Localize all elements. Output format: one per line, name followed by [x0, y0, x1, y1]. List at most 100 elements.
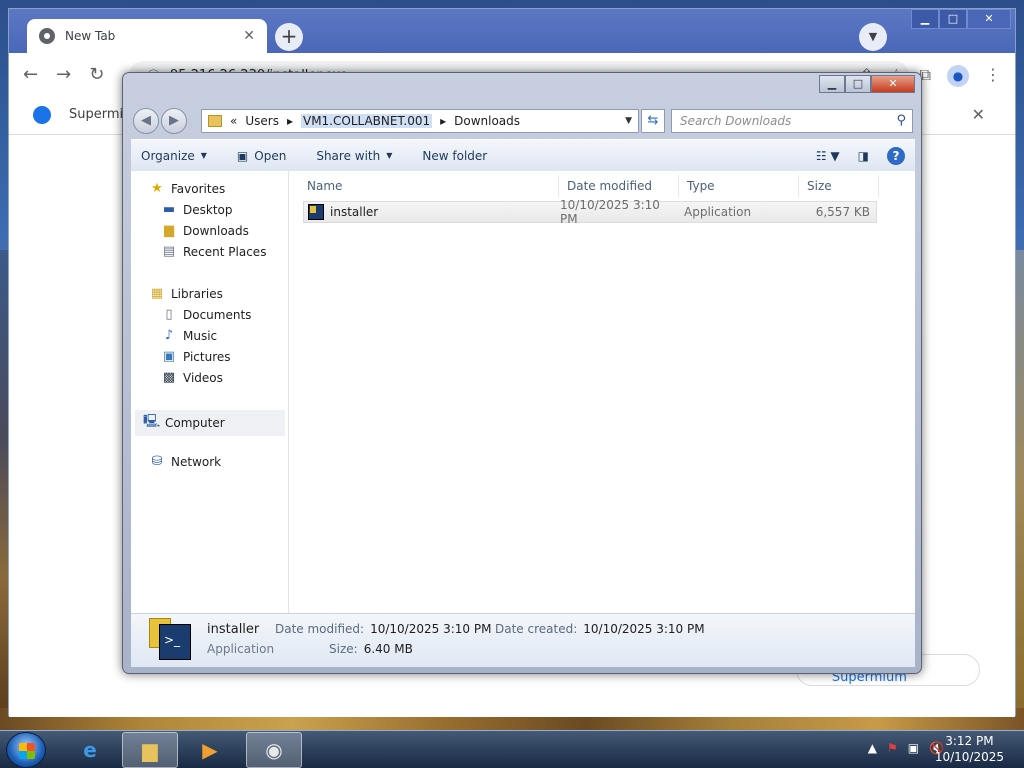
- preview-pane-icon[interactable]: ◨: [858, 149, 869, 163]
- nav-recent-places[interactable]: ▤ Recent Places: [161, 244, 267, 259]
- search-input[interactable]: Search Downloads ⚲: [671, 109, 913, 133]
- chrome-icon: [39, 28, 55, 44]
- chevron-down-icon: ▼: [200, 151, 207, 160]
- breadcrumb-separator-icon[interactable]: ▸: [440, 114, 446, 128]
- media-player-icon[interactable]: ▶: [182, 732, 238, 768]
- videos-icon: ▩: [162, 370, 176, 385]
- address-dropdown-icon[interactable]: ▼: [625, 116, 632, 126]
- nav-label: Computer: [165, 416, 225, 430]
- open-label: Open: [254, 148, 287, 163]
- reload-icon[interactable]: ↻: [89, 64, 104, 85]
- nav-libraries[interactable]: ▦ Libraries: [149, 286, 223, 301]
- internet-explorer-icon[interactable]: e: [62, 732, 118, 768]
- navigation-pane: ★ Favorites ▬ Desktop ▆ Downloads ▤ Rece…: [131, 171, 289, 613]
- breadcrumb-item-users[interactable]: Users: [245, 114, 279, 128]
- nav-computer[interactable]: 🖳 Computer: [135, 410, 285, 436]
- command-bar: Organize ▼ ▣ Open Share with ▼ New folde…: [131, 139, 915, 171]
- details-date-created: Date created: 10/10/2025 3:10 PM: [495, 622, 705, 636]
- explorer-maximize-button[interactable]: □: [845, 75, 871, 93]
- details-size: Size: 6.40 MB: [329, 642, 413, 656]
- supermium-icon: [33, 105, 51, 124]
- menu-icon[interactable]: ⋮: [985, 65, 1001, 87]
- forward-icon[interactable]: →: [56, 64, 71, 85]
- open-button[interactable]: ▣ Open: [237, 149, 286, 163]
- nav-label: Desktop: [183, 202, 233, 217]
- search-icon[interactable]: ⚲: [896, 113, 906, 128]
- icon-part: >_: [159, 624, 191, 660]
- nav-label: Videos: [183, 370, 223, 385]
- column-header-size[interactable]: Size: [799, 175, 879, 197]
- nav-videos[interactable]: ▩ Videos: [161, 370, 223, 385]
- nav-network[interactable]: ⛁ Network: [149, 454, 222, 469]
- nav-label: Music: [183, 328, 218, 343]
- close-tab-icon[interactable]: ✕: [243, 28, 255, 44]
- details-name: installer: [207, 622, 259, 637]
- breadcrumb-separator-icon[interactable]: ▸: [287, 114, 293, 128]
- back-icon[interactable]: ←: [23, 64, 38, 85]
- close-infobar-icon[interactable]: ✕: [972, 105, 985, 124]
- nav-favorites[interactable]: ★ Favorites: [149, 181, 225, 196]
- explorer-close-button[interactable]: ✕: [871, 75, 915, 93]
- browser-tab-new-tab[interactable]: New Tab ✕: [27, 19, 267, 53]
- music-icon: ♪: [164, 328, 174, 343]
- details-date-modified: Date modified: 10/10/2025 3:10 PM: [275, 622, 491, 636]
- refresh-button[interactable]: ⇆: [641, 109, 665, 133]
- explorer-taskbar-icon[interactable]: ▆: [122, 732, 178, 768]
- view-controls: ☷ ▼ ◨ ?: [816, 146, 905, 165]
- details-value: 10/10/2025 3:10 PM: [583, 622, 705, 636]
- browser-window-controls: ▁ □ ✕: [911, 9, 1011, 29]
- show-hidden-icons-icon[interactable]: ▲: [868, 741, 877, 755]
- file-list: Name Date modified Type Size installer 1…: [289, 171, 915, 613]
- browser-close-button[interactable]: ✕: [967, 9, 1011, 29]
- breadcrumb-item-user[interactable]: VM1.COLLABNET.001: [300, 114, 433, 128]
- new-folder-label: New folder: [422, 148, 488, 163]
- clock[interactable]: 3:12 PM 10/10/2025: [935, 733, 1004, 765]
- chevron-down-icon: ▼: [386, 151, 393, 160]
- star-icon: ★: [151, 181, 163, 196]
- details-file-type: Application: [207, 642, 275, 656]
- share-with-button[interactable]: Share with ▼: [316, 149, 392, 163]
- documents-icon: ▯: [165, 307, 173, 322]
- browser-maximize-button[interactable]: □: [939, 9, 967, 29]
- folder-icon: [208, 115, 222, 127]
- breadcrumb-overflow-icon[interactable]: «: [230, 114, 237, 128]
- details-value: 6.40 MB: [363, 642, 413, 656]
- system-tray: ▲ ⚑ ▣ 🔇: [868, 741, 944, 755]
- action-center-icon[interactable]: ⚑: [887, 741, 898, 755]
- nav-downloads[interactable]: ▆ Downloads: [161, 223, 249, 238]
- share-with-label: Share with: [316, 148, 381, 163]
- column-header-name[interactable]: Name: [299, 175, 559, 197]
- nav-label: Recent Places: [183, 244, 267, 259]
- browser-minimize-button[interactable]: ▁: [911, 9, 939, 29]
- help-icon[interactable]: ?: [887, 146, 905, 165]
- profile-avatar-icon[interactable]: ●: [947, 65, 969, 87]
- back-button[interactable]: ◀: [133, 108, 159, 134]
- details-label: Size:: [329, 642, 358, 656]
- pictures-icon: ▣: [162, 349, 176, 364]
- downloads-folder-icon: ▆: [164, 223, 174, 238]
- nav-music[interactable]: ♪ Music: [161, 328, 217, 343]
- libraries-icon: ▦: [150, 286, 164, 301]
- tab-search-button[interactable]: ▼: [859, 23, 887, 51]
- column-header-date-modified[interactable]: Date modified: [559, 175, 679, 197]
- new-tab-button[interactable]: +: [275, 23, 303, 51]
- nav-desktop[interactable]: ▬ Desktop: [161, 202, 233, 217]
- explorer-minimize-button[interactable]: ▁: [819, 75, 845, 93]
- browser-taskbar-icon[interactable]: ◉: [246, 732, 302, 768]
- breadcrumb-item-downloads[interactable]: Downloads: [454, 114, 520, 128]
- column-header-type[interactable]: Type: [679, 175, 799, 197]
- start-button[interactable]: [6, 732, 46, 768]
- new-folder-button[interactable]: New folder: [422, 149, 487, 163]
- column-headers: Name Date modified Type Size: [299, 175, 879, 197]
- clock-time: 3:12 PM: [945, 734, 994, 748]
- explorer-address-bar[interactable]: « Users ▸ VM1.COLLABNET.001 ▸ Downloads …: [201, 109, 639, 133]
- network-tray-icon[interactable]: ▣: [908, 741, 919, 755]
- nav-pictures[interactable]: ▣ Pictures: [161, 349, 231, 364]
- nav-documents[interactable]: ▯ Documents: [161, 307, 251, 322]
- view-options-icon[interactable]: ☷ ▼: [816, 149, 840, 163]
- nav-label: Network: [171, 454, 222, 469]
- taskbar: e ▆ ▶ ◉ ▲ ⚑ ▣ 🔇 3:12 PM 10/10/2025: [0, 730, 1024, 768]
- organize-button[interactable]: Organize ▼: [141, 149, 207, 163]
- file-row-installer[interactable]: installer 10/10/2025 3:10 PM Application…: [303, 198, 877, 226]
- forward-button[interactable]: ▶: [161, 108, 187, 134]
